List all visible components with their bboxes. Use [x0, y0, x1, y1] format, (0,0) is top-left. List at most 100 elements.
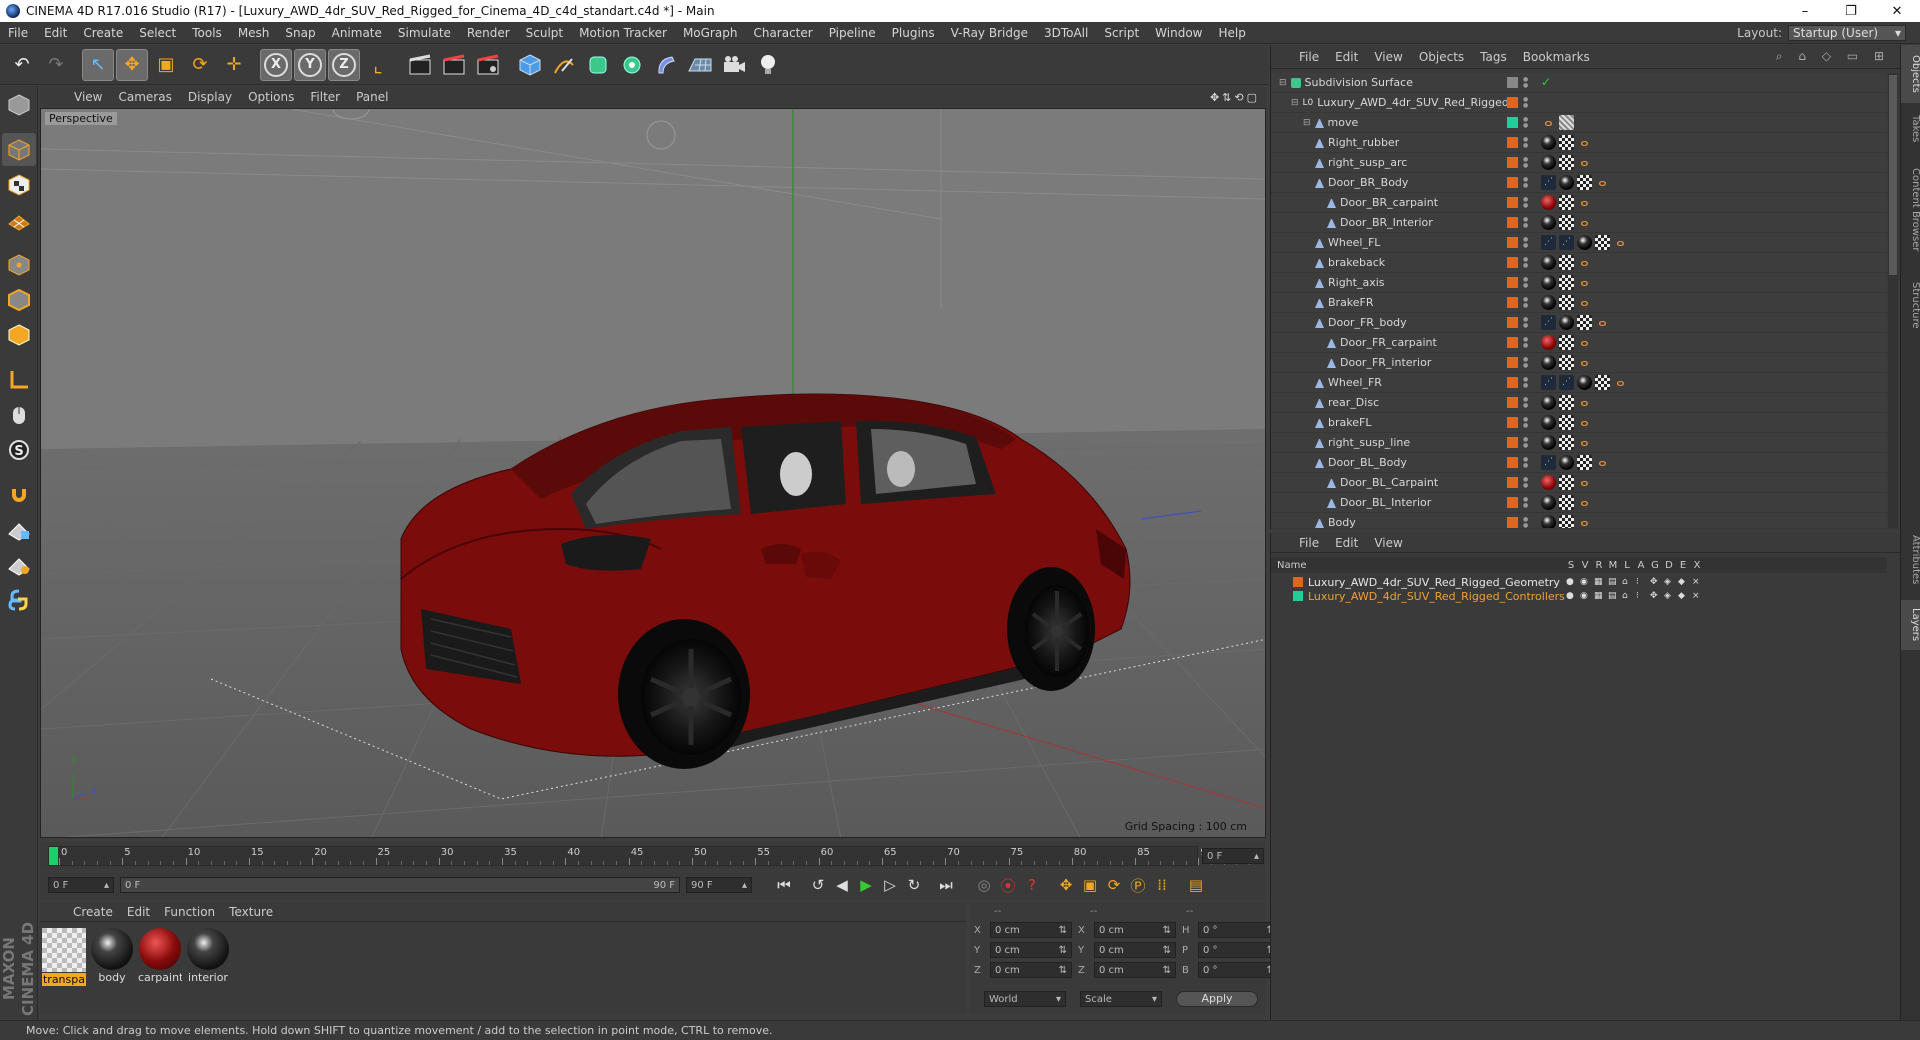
menu-edit[interactable]: Edit: [36, 26, 75, 40]
layer-color-swatch[interactable]: [1507, 417, 1518, 428]
material-menu-function[interactable]: Function: [157, 905, 222, 919]
object-row[interactable]: BrakeFR ● ● ⴰ: [1271, 293, 1887, 313]
play-button[interactable]: ▶: [854, 874, 878, 896]
current-frame-marker[interactable]: [49, 847, 58, 865]
texture-tag-icon[interactable]: [1559, 395, 1574, 410]
bone-tag-icon[interactable]: ⴰ: [1577, 435, 1592, 450]
expand-icon[interactable]: ⊟: [1303, 118, 1311, 128]
material-tag-icon[interactable]: [1541, 355, 1556, 370]
bone-tag-icon[interactable]: ⴰ: [1577, 515, 1592, 528]
expand-icon[interactable]: ⊟: [1279, 78, 1287, 88]
texture-tag-icon[interactable]: [1559, 115, 1574, 130]
points-mode-button[interactable]: [2, 248, 36, 281]
layer-flag-icon[interactable]: ◉: [1580, 577, 1588, 587]
polygons-mode-button[interactable]: [2, 318, 36, 351]
layer-color-swatch[interactable]: [1507, 77, 1518, 88]
viewport-menu-view[interactable]: View: [66, 90, 110, 104]
layer-color-swatch[interactable]: [1507, 497, 1518, 508]
visibility-dots-icon[interactable]: ● ●: [1523, 497, 1528, 509]
object-row[interactable]: Body ● ● ⴰ: [1271, 513, 1887, 528]
coords-c-field[interactable]: 0 °⇅: [1198, 922, 1280, 938]
texture-tag-icon[interactable]: [1559, 155, 1574, 170]
side-tab-takes[interactable]: Takes: [1901, 105, 1920, 153]
layer-color-swatch[interactable]: [1507, 137, 1518, 148]
layer-flag-icon[interactable]: ◉: [1580, 591, 1588, 601]
texture-mode-button[interactable]: [2, 168, 36, 201]
layer-color-swatch[interactable]: [1507, 397, 1518, 408]
visibility-dots-icon[interactable]: ● ●: [1523, 417, 1528, 429]
material-tag-icon[interactable]: [1559, 315, 1574, 330]
material-tag-icon[interactable]: [1541, 515, 1556, 528]
bone-tag-icon[interactable]: ⴰ: [1577, 335, 1592, 350]
y-axis-lock-button[interactable]: Y: [294, 48, 326, 81]
key-position-button[interactable]: ✥: [1054, 874, 1078, 896]
texture-tag-icon[interactable]: [1559, 195, 1574, 210]
object-row[interactable]: right_susp_arc ● ● ⴰ: [1271, 153, 1887, 173]
coords-a-field[interactable]: 0 cm ⇅: [990, 922, 1072, 938]
grid-snap-button[interactable]: [2, 548, 36, 581]
material-menu-texture[interactable]: Texture: [222, 905, 280, 919]
carpaint-tag-icon[interactable]: [1541, 195, 1556, 210]
object-row[interactable]: brakeFL ● ● ⴰ: [1271, 413, 1887, 433]
scale-tool-button[interactable]: ▣: [150, 49, 182, 81]
weight-tag-icon[interactable]: ⋰: [1541, 235, 1556, 250]
menu-select[interactable]: Select: [131, 26, 184, 40]
visibility-dots-icon[interactable]: ● ●: [1523, 457, 1528, 469]
material-tag-icon[interactable]: [1541, 135, 1556, 150]
rotate-tool-button[interactable]: ⟳: [184, 49, 216, 81]
cloner-button[interactable]: [616, 49, 648, 81]
visibility-dots-icon[interactable]: ● ●: [1523, 377, 1528, 389]
visibility-dots-icon[interactable]: ● ●: [1523, 237, 1528, 249]
snap-button[interactable]: S: [2, 433, 36, 466]
maximize-button[interactable]: ❐: [1828, 4, 1874, 19]
texture-tag-icon[interactable]: [1559, 355, 1574, 370]
expand-icon[interactable]: ⊟: [1291, 98, 1299, 108]
menu-3dtoall[interactable]: 3DToAll: [1036, 26, 1096, 40]
menu-simulate[interactable]: Simulate: [390, 26, 459, 40]
object-menu-file[interactable]: File: [1291, 50, 1327, 64]
layer-flag-icon[interactable]: ▤: [1608, 591, 1617, 601]
visibility-dots-icon[interactable]: ● ●: [1523, 357, 1528, 369]
layer-color-swatch[interactable]: [1507, 317, 1518, 328]
menu-tools[interactable]: Tools: [184, 26, 230, 40]
object-row[interactable]: Right_axis ● ● ⴰ: [1271, 273, 1887, 293]
menu-pipeline[interactable]: Pipeline: [821, 26, 884, 40]
weight-tag-icon[interactable]: ⋰: [1541, 315, 1556, 330]
layer-color-swatch[interactable]: [1507, 97, 1518, 108]
bone-tag-icon[interactable]: ⴰ: [1577, 495, 1592, 510]
layer-menu-view[interactable]: View: [1366, 536, 1410, 550]
layer-row[interactable]: Luxury_AWD_4dr_SUV_Red_Rigged_Geometry ● ◉…: [1271, 575, 1887, 589]
object-menu-view[interactable]: View: [1366, 50, 1410, 64]
autokey-button[interactable]: ⦿: [996, 874, 1020, 896]
edges-mode-button[interactable]: [2, 283, 36, 316]
texture-tag-icon[interactable]: [1559, 335, 1574, 350]
layer-color-swatch[interactable]: [1507, 437, 1518, 448]
material-tag-icon[interactable]: [1541, 395, 1556, 410]
minimize-button[interactable]: –: [1782, 4, 1828, 19]
magnet-button[interactable]: [2, 478, 36, 511]
layer-flag-icon[interactable]: ▦: [1594, 577, 1603, 587]
material-tag-icon[interactable]: [1559, 175, 1574, 190]
material-tag-icon[interactable]: [1541, 295, 1556, 310]
side-tab-attributes[interactable]: Attributes: [1901, 525, 1920, 595]
live-selection-button[interactable]: ↖: [82, 48, 114, 81]
menu-help[interactable]: Help: [1210, 26, 1253, 40]
viewport-menu-options[interactable]: Options: [240, 90, 302, 104]
subdivision-surface-button[interactable]: [582, 49, 614, 81]
grid-lock-button[interactable]: [2, 513, 36, 546]
viewport-navigation-icons[interactable]: ✥⇅⟲▢: [1210, 91, 1266, 104]
material-tag-icon[interactable]: [1541, 255, 1556, 270]
next-frame-button[interactable]: ▷: [878, 874, 902, 896]
texture-tag-icon[interactable]: [1559, 435, 1574, 450]
object-row[interactable]: Right_rubber ● ● ⴰ: [1271, 133, 1887, 153]
layer-flag-icon[interactable]: ⨯: [1692, 591, 1700, 601]
layer-color-swatch[interactable]: [1507, 477, 1518, 488]
material-tag-icon[interactable]: [1541, 415, 1556, 430]
visibility-dots-icon[interactable]: ● ●: [1523, 477, 1528, 489]
menu-snap[interactable]: Snap: [277, 26, 323, 40]
weight-tag-icon[interactable]: ⋰: [1541, 175, 1556, 190]
material-tag-icon[interactable]: [1577, 375, 1592, 390]
bone-tag-icon[interactable]: ⴰ: [1613, 375, 1628, 390]
close-button[interactable]: ✕: [1874, 4, 1920, 19]
z-axis-lock-button[interactable]: Z: [328, 48, 360, 81]
